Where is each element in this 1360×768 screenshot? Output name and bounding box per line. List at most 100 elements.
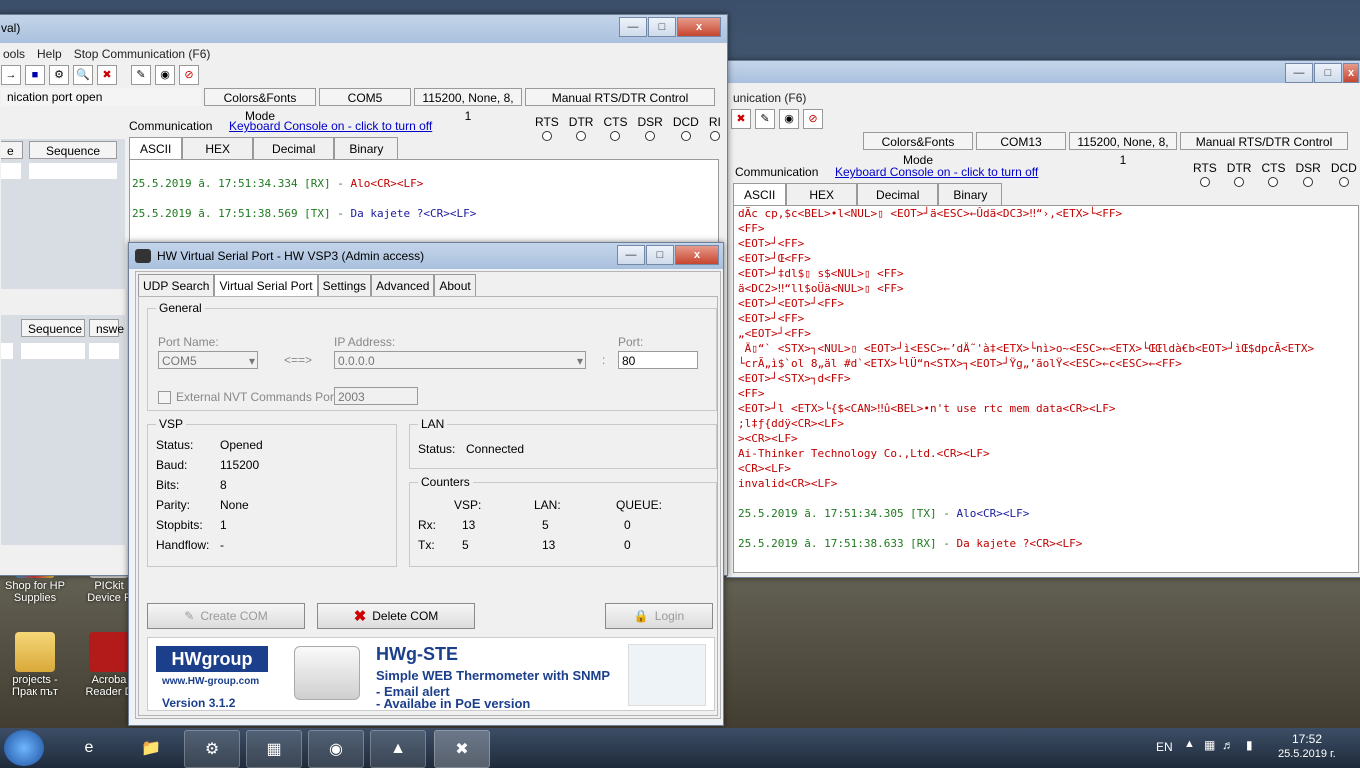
tab-settings[interactable]: Settings <box>317 274 371 297</box>
left-toolbar: → ■ ⚙ 🔍 ✖ ✎ ◉ ⊘ <box>0 63 727 87</box>
camera-icon[interactable]: ◉ <box>155 65 175 85</box>
hwgroup-banner[interactable]: HWgroup www.HW-group.com Version 3.1.2 H… <box>147 637 715 711</box>
port-name-select[interactable]: COM5 ▾ <box>158 351 258 369</box>
vsp-status-key: Bits: <box>156 478 180 492</box>
app-icon[interactable]: ⚙ <box>184 730 240 768</box>
stop-square-icon[interactable]: ■ <box>25 65 45 85</box>
sequence-cell[interactable] <box>1 343 13 359</box>
create-icon: ✎ <box>184 609 195 623</box>
volume-icon[interactable]: ♬ <box>1222 738 1234 752</box>
edit-icon[interactable]: ✎ <box>131 65 151 85</box>
find-icon[interactable]: 🔍 <box>73 65 93 85</box>
acrobat-icon[interactable]: ▲ <box>370 730 426 768</box>
signal-dtr[interactable]: DTR <box>569 115 593 141</box>
close-button[interactable]: x <box>677 17 721 37</box>
left-console[interactable]: 25.5.2019 ã. 17:51:34.334 [RX] - Alo<CR>… <box>129 159 719 249</box>
maximize-button[interactable]: □ <box>1314 63 1342 83</box>
column-header-sequence: Sequence <box>29 141 117 159</box>
disconnect-icon[interactable]: ✖ <box>731 109 751 129</box>
create-com-button[interactable]: ✎ Create COM <box>147 603 305 629</box>
vsp-body: UDP Search Virtual Serial Port Settings … <box>135 271 721 719</box>
network-icon[interactable]: ▦ <box>1204 738 1215 752</box>
settings-icon[interactable]: ⚙ <box>49 65 69 85</box>
minimize-button[interactable]: — <box>617 245 645 265</box>
menu-stop-communication[interactable]: unication (F6) <box>727 91 812 105</box>
tab-hex[interactable]: HEX <box>182 137 254 160</box>
tab-ascii[interactable]: ASCII <box>733 183 787 206</box>
sequence-cell[interactable] <box>89 343 119 359</box>
nvt-checkbox[interactable] <box>158 391 171 404</box>
ip-address-select[interactable]: 0.0.0.0 ▾ <box>334 351 586 369</box>
rts-dtr-mode[interactable]: Manual RTS/DTR Control <box>525 88 715 106</box>
keyboard-console-link[interactable]: Keyboard Console on - click to turn off <box>835 165 1038 179</box>
nvt-port-input[interactable]: 2003 <box>334 387 418 405</box>
keyboard-console-link[interactable]: Keyboard Console on - click to turn off <box>229 119 432 133</box>
right-console[interactable]: dÃc cp,$c<BEL>•l<NUL>▯ <EOT>┘ä<ESC>←Ûdä<… <box>733 205 1359 573</box>
login-button[interactable]: 🔒 Login <box>605 603 713 629</box>
clock-time[interactable]: 17:52 <box>1292 732 1322 746</box>
minimize-button[interactable]: — <box>1285 63 1313 83</box>
language-indicator[interactable]: EN <box>1156 740 1173 754</box>
sequence-cell[interactable] <box>21 343 85 359</box>
console-raw-line: <EOT>┘l <ETX>└{$<CAN>‼û<BEL>•n't use rtc… <box>738 402 1116 415</box>
right-terminal-titlebar[interactable]: — □ x <box>727 61 1360 83</box>
signal-rts[interactable]: RTS <box>535 115 559 141</box>
desktop-icon-projects[interactable]: projects - Прак път <box>2 632 68 698</box>
column-header-answer: nswe <box>89 319 124 337</box>
vsp-status-row: Stopbits: 1 <box>156 515 388 535</box>
battery-icon[interactable]: ▮ <box>1246 738 1253 752</box>
camera-icon[interactable]: ◉ <box>779 109 799 129</box>
arrow-icon[interactable]: → <box>1 65 21 85</box>
disconnect-icon[interactable]: ✖ <box>97 65 117 85</box>
console-raw-lines: dÃc cp,$c<BEL>•l<NUL>▯ <EOT>┘ä<ESC>←Ûdä<… <box>738 206 1358 491</box>
stop-icon[interactable]: ⊘ <box>803 109 823 129</box>
maximize-button[interactable]: □ <box>646 245 674 265</box>
signal-rts[interactable]: RTS <box>1193 161 1217 187</box>
minimize-button[interactable]: — <box>619 17 647 37</box>
sequence-cell[interactable] <box>1 163 21 179</box>
tab-binary[interactable]: Binary <box>334 137 399 160</box>
tab-decimal[interactable]: Decimal <box>253 137 335 160</box>
rts-dtr-mode[interactable]: Manual RTS/DTR Control <box>1180 132 1348 150</box>
clock-date[interactable]: 25.5.2019 г. <box>1278 748 1336 760</box>
hw-vsp-taskbar-icon[interactable]: ✖ <box>434 730 490 768</box>
menu-stop-communication[interactable]: Stop Communication (F6) <box>68 47 217 61</box>
colors-fonts-mode[interactable]: Colors&Fonts Mode <box>204 88 316 123</box>
tab-advanced[interactable]: Advanced <box>371 274 435 297</box>
menu-tools[interactable]: ools <box>0 47 31 61</box>
close-button[interactable]: x <box>675 245 719 265</box>
tray-arrow-icon[interactable]: ▲ <box>1184 738 1195 750</box>
tab-hex[interactable]: HEX <box>786 183 858 206</box>
menu-help[interactable]: Help <box>31 47 68 61</box>
desktop-icon-label: Shop for HP Supplies <box>5 580 65 604</box>
version-label: Version 3.1.2 <box>162 696 236 710</box>
tab-ascii[interactable]: ASCII <box>129 137 183 160</box>
right-terminal-window: — □ x unication (F6) ✖ ✎ ◉ ⊘ Colors&Font… <box>726 60 1360 578</box>
tab-virtual-serial-port[interactable]: Virtual Serial Port <box>214 274 318 297</box>
signal-dtr[interactable]: DTR <box>1227 161 1251 187</box>
lan-status-label: Status: <box>418 442 456 456</box>
tab-udp-search[interactable]: UDP Search <box>138 274 215 297</box>
chrome-icon[interactable]: ◉ <box>308 730 364 768</box>
port-input[interactable]: 80 <box>618 351 698 369</box>
vsp-title: HW Virtual Serial Port - HW VSP3 (Admin … <box>157 249 425 263</box>
ie-icon[interactable]: e <box>62 730 116 766</box>
control-panel-icon[interactable]: ▦ <box>246 730 302 768</box>
tab-about[interactable]: About <box>434 274 476 297</box>
maximize-button[interactable]: □ <box>648 17 676 37</box>
explorer-icon[interactable]: 📁 <box>124 730 178 766</box>
tab-decimal[interactable]: Decimal <box>857 183 939 206</box>
vsp-titlebar[interactable]: HW Virtual Serial Port - HW VSP3 (Admin … <box>129 243 723 269</box>
tab-binary[interactable]: Binary <box>938 183 1003 206</box>
start-button[interactable] <box>4 730 44 766</box>
close-button[interactable]: x <box>1343 63 1359 83</box>
left-terminal-titlebar[interactable]: val) — □ x <box>0 15 727 43</box>
colors-fonts-mode[interactable]: Colors&Fonts Mode <box>863 132 973 167</box>
sequence-cell[interactable] <box>29 163 117 179</box>
stop-icon[interactable]: ⊘ <box>179 65 199 85</box>
counter-row: Tx: 5 13 0 <box>418 535 708 555</box>
counters-group: Counters VSP: LAN: QUEUE: Rx: 13 5 0 Tx: 5 13 0 <box>409 475 717 567</box>
signal-dcd: DCD <box>673 115 699 141</box>
delete-com-button[interactable]: ✖ Delete COM <box>317 603 475 629</box>
edit-icon[interactable]: ✎ <box>755 109 775 129</box>
